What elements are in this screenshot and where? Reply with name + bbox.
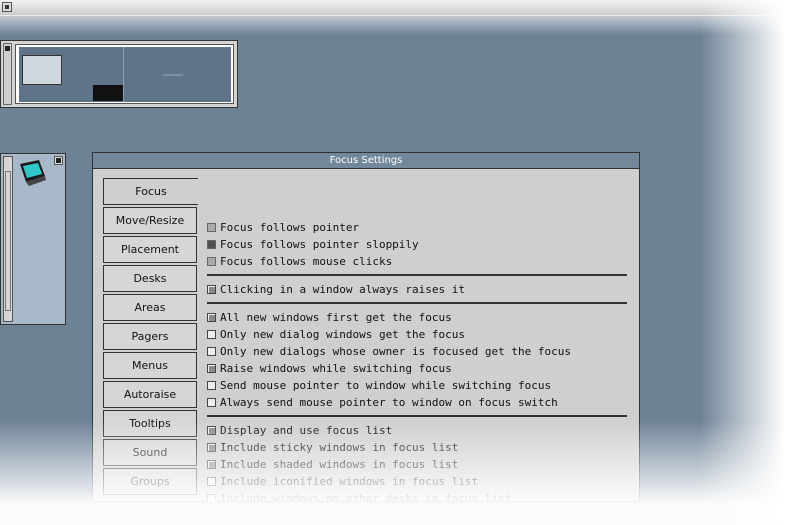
dock [0,153,66,325]
checkbox[interactable] [207,381,216,390]
option-label: Send mouse pointer to window while switc… [220,379,552,392]
focus-list-option[interactable]: Include sticky windows in focus list [207,439,629,456]
option-label: Include windows on other desks in focus … [220,492,512,505]
checkbox[interactable] [207,426,216,435]
checkbox[interactable] [207,477,216,486]
checkbox[interactable] [207,330,216,339]
pager-desk-divider [123,47,124,102]
tab-autoraise[interactable]: Autoraise [103,381,197,408]
tab-focus[interactable]: Focus [103,178,198,205]
tab-menus[interactable]: Menus [103,352,197,379]
checkbox[interactable] [207,398,216,407]
new-window-option[interactable]: Only new dialogs whose owner is focused … [207,343,629,360]
pager[interactable] [0,40,238,108]
dock-close-icon[interactable] [54,156,63,165]
tab-sound[interactable]: Sound [103,439,197,466]
checkbox[interactable] [207,313,216,322]
new-window-option[interactable]: Raise windows while switching focus [207,360,629,377]
option-label: Always send mouse pointer to window on f… [220,396,558,409]
pager-mini-window[interactable] [22,55,62,85]
pager-screen[interactable] [15,44,234,104]
new-window-option[interactable]: Send mouse pointer to window while switc… [207,377,629,394]
monitor-icon[interactable] [17,158,49,188]
checkbox[interactable] [207,494,216,503]
dock-scroll-thumb[interactable] [5,171,11,311]
tab-placement[interactable]: Placement [103,236,197,263]
focus-options: Focus follows pointer Focus follows poin… [207,219,629,507]
separator [207,415,627,417]
option-label: Only new dialogs whose owner is focused … [220,345,571,358]
option-label: Include iconified windows in focus list [220,475,479,488]
option-label: Clicking in a window always raises it [220,283,466,296]
focus-list-option[interactable]: Include shaded windows in focus list [207,456,629,473]
focus-list-option[interactable]: Include windows on other desks in focus … [207,490,629,507]
checkbox[interactable] [207,347,216,356]
radio-button[interactable] [207,223,216,232]
option-label: Only new dialog windows get the focus [220,328,466,341]
option-label: All new windows first get the focus [220,311,452,324]
checkbox[interactable] [207,285,216,294]
tab-tooltips[interactable]: Tooltips [103,410,197,437]
new-window-option[interactable]: All new windows first get the focus [207,309,629,326]
focus-list-option[interactable]: Include iconified windows in focus list [207,473,629,490]
dialog-title: Focus Settings [93,153,639,169]
top-panel [0,0,800,17]
checkbox[interactable] [207,364,216,373]
pager-mini-window[interactable] [163,74,183,76]
tab-areas[interactable]: Areas [103,294,197,321]
dock-scrollbar[interactable] [3,156,13,322]
radio-button[interactable] [207,240,216,249]
option-label: Focus follows pointer sloppily [220,238,419,251]
focus-mode-option[interactable]: Focus follows pointer [207,219,629,236]
tab-list: Focus Move/Resize Placement Desks Areas … [103,178,198,497]
tab-pagers[interactable]: Pagers [103,323,197,350]
separator [207,274,627,276]
new-window-option[interactable]: Always send mouse pointer to window on f… [207,394,629,411]
option-label: Focus follows pointer [220,221,360,234]
option-label: Focus follows mouse clicks [220,255,393,268]
tab-desks[interactable]: Desks [103,265,197,292]
focus-list-option[interactable]: Display and use focus list [207,422,629,439]
option-label: Include sticky windows in focus list [220,441,459,454]
pager-handle[interactable] [3,43,12,105]
checkbox[interactable] [207,443,216,452]
tab-move-resize[interactable]: Move/Resize [103,207,197,234]
raise-option[interactable]: Clicking in a window always raises it [207,281,629,298]
pager-mini-window[interactable] [93,85,123,101]
panel-menu-icon[interactable] [2,2,12,12]
focus-mode-option[interactable]: Focus follows mouse clicks [207,253,629,270]
new-window-option[interactable]: Only new dialog windows get the focus [207,326,629,343]
radio-button[interactable] [207,257,216,266]
pager-desk[interactable] [19,47,231,102]
checkbox[interactable] [207,460,216,469]
option-label: Raise windows while switching focus [220,362,452,375]
focus-mode-option[interactable]: Focus follows pointer sloppily [207,236,629,253]
focus-settings-dialog: Focus Settings Focus Move/Resize Placeme… [92,152,640,505]
separator [207,302,627,304]
tab-groups[interactable]: Groups [103,468,197,495]
option-label: Include shaded windows in focus list [220,458,459,471]
option-label: Display and use focus list [220,424,393,437]
